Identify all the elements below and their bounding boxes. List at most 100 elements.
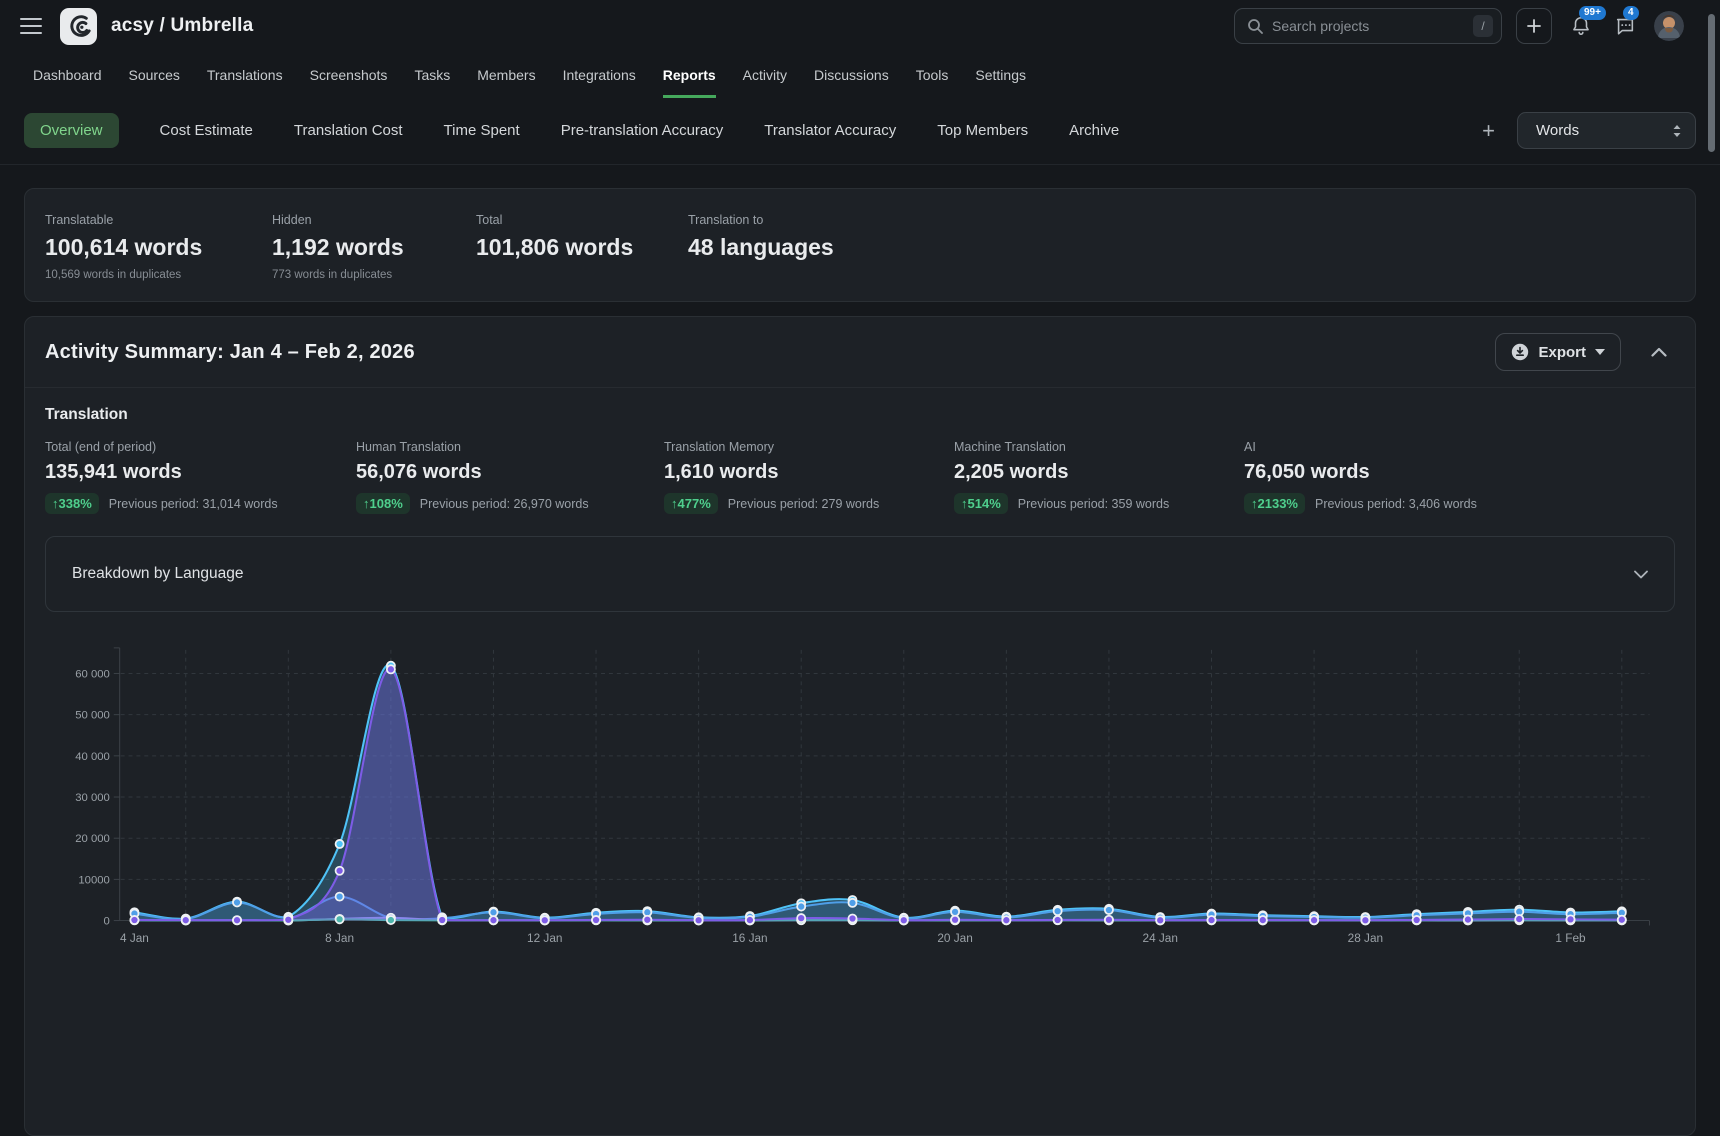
- svg-text:30 000: 30 000: [75, 792, 110, 804]
- metric-previous-period: Previous period: 3,406 words: [1315, 497, 1477, 511]
- export-label: Export: [1538, 344, 1586, 361]
- stat-translation-to: Translation to 48 languages: [688, 213, 834, 281]
- nav-tab-translations[interactable]: Translations: [207, 52, 283, 98]
- breakdown-by-language-toggle[interactable]: Breakdown by Language: [45, 536, 1675, 612]
- nav-tab-settings[interactable]: Settings: [975, 52, 1026, 98]
- select-arrows-icon: [1671, 123, 1683, 139]
- search-box[interactable]: /: [1234, 8, 1502, 44]
- breakdown-label: Breakdown by Language: [72, 565, 244, 583]
- metric-value: 1,610 words: [664, 461, 954, 484]
- subtab-translation-cost[interactable]: Translation Cost: [294, 113, 403, 148]
- vertical-scrollbar[interactable]: [1708, 14, 1715, 152]
- translation-metrics: Total (end of period) 135,941 words ↑338…: [45, 440, 1675, 514]
- metric-label: Human Translation: [356, 440, 664, 454]
- stat-note: [476, 269, 688, 281]
- nav-tab-tasks[interactable]: Tasks: [414, 52, 450, 98]
- nav-tab-tools[interactable]: Tools: [916, 52, 949, 98]
- nav-tab-integrations[interactable]: Integrations: [563, 52, 636, 98]
- metric-delta-badge: ↑477%: [664, 493, 718, 514]
- user-avatar[interactable]: [1654, 11, 1684, 41]
- nav-tab-members[interactable]: Members: [477, 52, 535, 98]
- svg-text:1 Feb: 1 Feb: [1555, 931, 1586, 945]
- activity-chart: 01000020 00030 00040 00050 00060 0004 Ja…: [25, 640, 1695, 965]
- subtab-time-spent[interactable]: Time Spent: [444, 113, 520, 148]
- stat-note: [688, 269, 834, 281]
- unit-select[interactable]: Words: [1517, 112, 1696, 149]
- svg-text:28 Jan: 28 Jan: [1348, 931, 1383, 945]
- stat-note: 10,569 words in duplicates: [45, 269, 272, 281]
- page-title: acsy / Umbrella: [111, 15, 253, 37]
- stat-label: Translatable: [45, 213, 272, 227]
- hamburger-menu-icon[interactable]: [20, 18, 42, 34]
- nav-tab-reports[interactable]: Reports: [663, 52, 716, 98]
- metric-human-translation: Human Translation 56,076 words ↑108% Pre…: [356, 440, 664, 514]
- activity-summary-title: Activity Summary: Jan 4 – Feb 2, 2026: [45, 341, 415, 364]
- metric-label: Total (end of period): [45, 440, 356, 454]
- subtab-cost-estimate[interactable]: Cost Estimate: [160, 113, 253, 148]
- add-report-button[interactable]: +: [1482, 120, 1495, 142]
- messages-badge: 4: [1623, 6, 1639, 20]
- activity-line-chart: 01000020 00030 00040 00050 00060 0004 Ja…: [35, 640, 1681, 960]
- metric-delta-badge: ↑2133%: [1244, 493, 1305, 514]
- export-button[interactable]: Export: [1495, 333, 1621, 371]
- subtab-overview[interactable]: Overview: [24, 113, 119, 148]
- svg-text:12 Jan: 12 Jan: [527, 931, 562, 945]
- stat-value: 101,806 words: [476, 234, 688, 261]
- nav-tab-discussions[interactable]: Discussions: [814, 52, 889, 98]
- metric-previous-period: Previous period: 279 words: [728, 497, 879, 511]
- create-project-button[interactable]: [1516, 8, 1552, 44]
- word-stats-card: Translatable 100,614 words 10,569 words …: [24, 188, 1696, 302]
- subtab-top-members[interactable]: Top Members: [937, 113, 1028, 148]
- svg-text:16 Jan: 16 Jan: [732, 931, 767, 945]
- metric-delta-badge: ↑514%: [954, 493, 1008, 514]
- chevron-up-icon: [1651, 347, 1667, 357]
- project-logo[interactable]: [60, 8, 97, 45]
- activity-summary-card: Activity Summary: Jan 4 – Feb 2, 2026 Ex…: [24, 316, 1696, 1136]
- metric-value: 56,076 words: [356, 461, 664, 484]
- metric-delta-badge: ↑108%: [356, 493, 410, 514]
- subtab-list: Overview Cost Estimate Translation Cost Tim…: [24, 113, 1119, 148]
- metric-value: 135,941 words: [45, 461, 356, 484]
- nav-tab-sources[interactable]: Sources: [129, 52, 180, 98]
- stat-note: 773 words in duplicates: [272, 269, 476, 281]
- messages-button[interactable]: 4: [1610, 11, 1640, 41]
- stat-value: 48 languages: [688, 234, 834, 261]
- svg-text:60 000: 60 000: [75, 668, 110, 680]
- subtab-pre-translation-accuracy[interactable]: Pre-translation Accuracy: [561, 113, 724, 148]
- download-icon: [1511, 343, 1529, 361]
- search-input[interactable]: [1272, 18, 1464, 34]
- metric-total-end-of-period: Total (end of period) 135,941 words ↑338…: [45, 440, 356, 514]
- unit-select-value: Words: [1536, 122, 1579, 139]
- metric-label: Translation Memory: [664, 440, 954, 454]
- collapse-section-button[interactable]: [1647, 343, 1671, 361]
- subtab-archive[interactable]: Archive: [1069, 113, 1119, 148]
- stat-translatable: Translatable 100,614 words 10,569 words …: [45, 213, 272, 281]
- metric-label: AI: [1244, 440, 1477, 454]
- stat-label: Translation to: [688, 213, 834, 227]
- reports-subtabs: Overview Cost Estimate Translation Cost Tim…: [0, 98, 1720, 165]
- svg-text:20 Jan: 20 Jan: [937, 931, 972, 945]
- plus-icon: [1526, 18, 1542, 34]
- primary-nav: Dashboard Sources Translations Screenshots T…: [0, 52, 1720, 98]
- nav-tab-activity[interactable]: Activity: [743, 52, 787, 98]
- notifications-button[interactable]: 99+: [1566, 11, 1596, 41]
- translation-section-title: Translation: [45, 406, 1675, 424]
- subtab-translator-accuracy[interactable]: Translator Accuracy: [764, 113, 896, 148]
- stat-value: 1,192 words: [272, 234, 476, 261]
- stat-hidden: Hidden 1,192 words 773 words in duplicat…: [272, 213, 476, 281]
- svg-text:24 Jan: 24 Jan: [1143, 931, 1178, 945]
- svg-text:8 Jan: 8 Jan: [325, 931, 354, 945]
- svg-text:20 000: 20 000: [75, 833, 110, 845]
- metric-previous-period: Previous period: 359 words: [1018, 497, 1169, 511]
- caret-down-icon: [1595, 349, 1605, 355]
- nav-tab-screenshots[interactable]: Screenshots: [310, 52, 388, 98]
- notifications-badge: 99+: [1579, 6, 1606, 20]
- svg-text:0: 0: [104, 915, 110, 927]
- metric-value: 2,205 words: [954, 461, 1244, 484]
- metric-label: Machine Translation: [954, 440, 1244, 454]
- activity-summary-header: Activity Summary: Jan 4 – Feb 2, 2026 Ex…: [25, 317, 1695, 388]
- nav-tab-dashboard[interactable]: Dashboard: [33, 52, 102, 98]
- search-shortcut-key: /: [1473, 15, 1493, 37]
- svg-text:50 000: 50 000: [75, 710, 110, 722]
- metric-delta-badge: ↑338%: [45, 493, 99, 514]
